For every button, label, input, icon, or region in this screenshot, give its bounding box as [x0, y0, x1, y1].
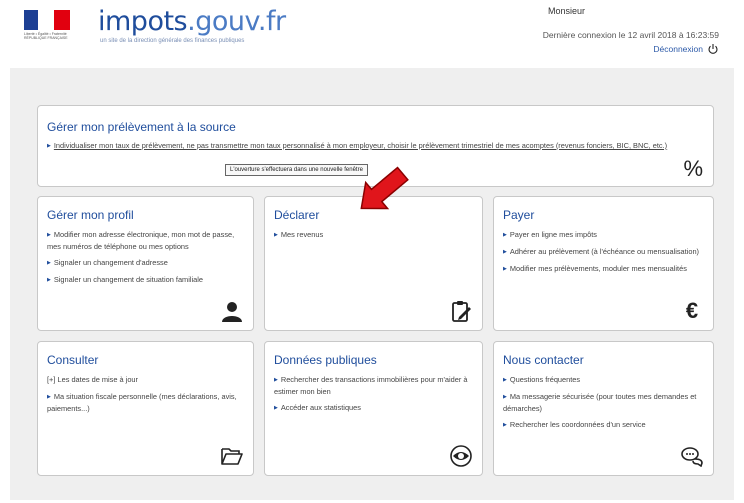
profil-link-family[interactable]: Signaler un changement de situation fami… — [47, 274, 245, 286]
declarer-link-revenus[interactable]: Mes revenus — [274, 229, 474, 241]
flag-white-stripe — [38, 10, 54, 30]
tile-donnees-publiques[interactable]: Données publiques Rechercher des transac… — [264, 341, 483, 476]
tile-title: Gérer mon profil — [47, 208, 134, 222]
payer-links: Payer en ligne mes impôts Adhérer au pré… — [503, 229, 705, 280]
profil-link-contact[interactable]: Modifier mon adresse électronique, mon m… — [47, 229, 245, 252]
flag-blue-stripe — [24, 10, 38, 30]
brand-part2: .gouv.fr — [187, 6, 286, 37]
profil-links: Modifier mon adresse électronique, mon m… — [47, 229, 245, 291]
power-icon — [708, 44, 718, 54]
brand-part1: impots — [98, 6, 188, 37]
tile-title: Nous contacter — [503, 353, 584, 367]
payer-link-modify[interactable]: Modifier mes prélèvements, moduler mes m… — [503, 263, 705, 275]
donnees-link-immobilier[interactable]: Rechercher des transactions immobilières… — [274, 374, 474, 397]
red-arrow-annotation — [360, 166, 409, 210]
main-panel: Gérer mon prélèvement à la source Indivi… — [10, 68, 734, 500]
user-name: Monsieur — [548, 6, 586, 16]
declarer-links: Mes revenus — [274, 229, 474, 246]
consulter-link-dates[interactable]: [+] Les dates de mise à jour — [47, 374, 245, 386]
clipboard-pen-icon — [452, 301, 471, 322]
rf-text: Liberté • Égalité • Fraternité RÉPUBLIQU… — [24, 32, 68, 40]
tile-declarer[interactable]: Déclarer Mes revenus — [264, 196, 483, 331]
prelevement-link[interactable]: Individualiser mon taux de prélèvement, … — [47, 140, 687, 152]
contact-links: Questions fréquentes Ma messagerie sécur… — [503, 374, 705, 436]
payer-link-online[interactable]: Payer en ligne mes impôts — [503, 229, 705, 241]
prelevement-link-text: Individualiser mon taux de prélèvement, … — [53, 141, 668, 150]
user-icon — [222, 302, 242, 322]
payer-link-adhesion[interactable]: Adhérer au prélèvement (à l'échéance ou … — [503, 246, 705, 258]
tile-nous-contacter[interactable]: Nous contacter Questions fréquentes Ma m… — [493, 341, 714, 476]
contact-link-messagerie[interactable]: Ma messagerie sécurisée (pour toutes mes… — [503, 391, 705, 414]
tile-title: Données publiques — [274, 353, 377, 367]
contact-link-coordonnees[interactable]: Rechercher les coordonnées d'un service — [503, 419, 705, 431]
profil-link-address[interactable]: Signaler un changement d'adresse — [47, 257, 245, 269]
percent-icon: % — [683, 156, 703, 181]
site-tagline: un site de la direction générale des fin… — [100, 38, 245, 44]
eye-icon — [450, 445, 472, 467]
last-connection: Dernière connexion le 12 avril 2018 à 16… — [542, 30, 719, 40]
tile-title: Payer — [503, 208, 535, 222]
logout-label: Déconnexion — [653, 44, 703, 54]
tile-consulter[interactable]: Consulter [+] Les dates de mise à jour M… — [37, 341, 254, 476]
consulter-links: [+] Les dates de mise à jour Ma situatio… — [47, 374, 245, 419]
flag-red-stripe — [54, 10, 70, 30]
site-brand[interactable]: impots.gouv.fr — [98, 6, 286, 37]
consulter-link-situation[interactable]: Ma situation fiscale personnelle (mes dé… — [47, 391, 245, 414]
donnees-links: Rechercher des transactions immobilières… — [274, 374, 474, 419]
logout-link[interactable]: Déconnexion — [653, 43, 719, 55]
new-window-tooltip: L'ouverture s'effectuera dans une nouvel… — [225, 164, 368, 176]
tile-title: Consulter — [47, 353, 99, 367]
donnees-link-statistiques[interactable]: Accéder aux statistiques — [274, 402, 474, 414]
contact-link-faq[interactable]: Questions fréquentes — [503, 374, 705, 386]
tile-payer[interactable]: Payer Payer en ligne mes impôts Adhérer … — [493, 196, 714, 331]
euro-icon: € — [685, 298, 699, 323]
tile-title: Déclarer — [274, 208, 320, 222]
republique-francaise-logo[interactable]: Liberté • Égalité • Fraternité RÉPUBLIQU… — [24, 10, 72, 44]
chat-bubbles-icon — [681, 447, 703, 467]
header: Liberté • Égalité • Fraternité RÉPUBLIQU… — [0, 0, 744, 68]
tile-title: Gérer mon prélèvement à la source — [47, 120, 236, 134]
folder-open-icon — [221, 448, 243, 465]
tile-profil[interactable]: Gérer mon profil Modifier mon adresse él… — [37, 196, 254, 331]
